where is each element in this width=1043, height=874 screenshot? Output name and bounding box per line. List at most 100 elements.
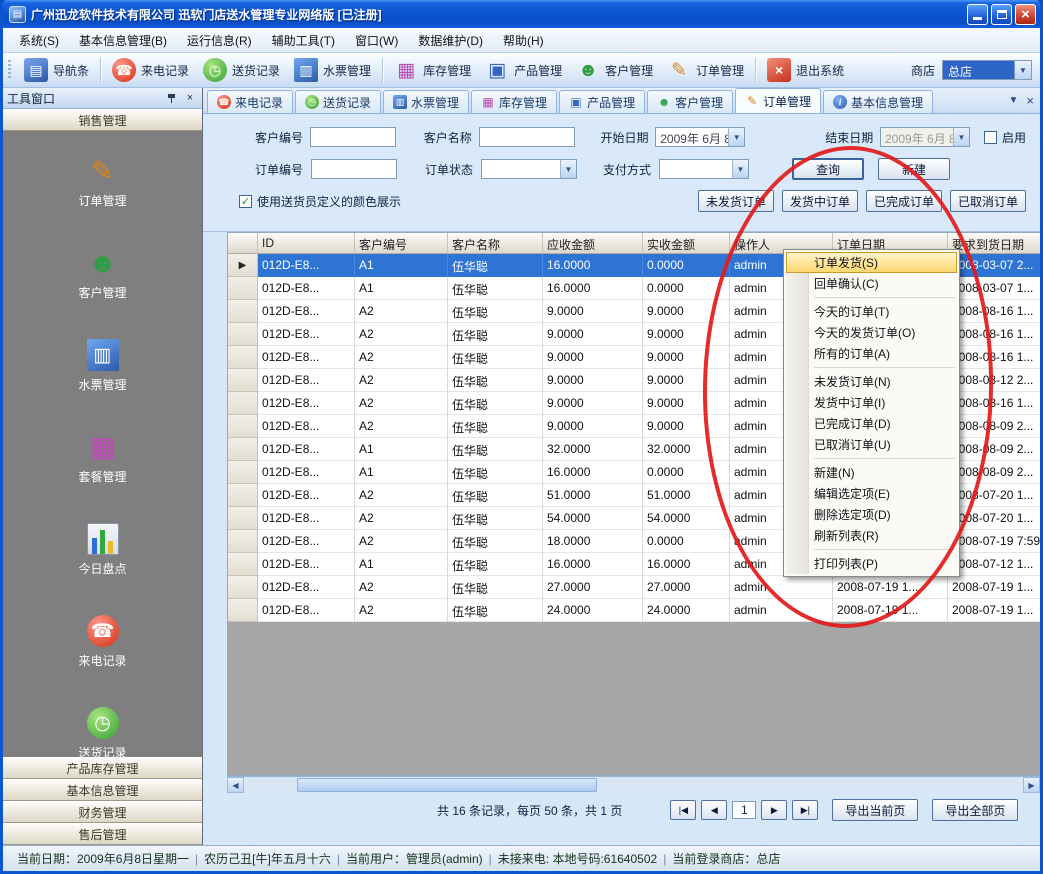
context-menu-item[interactable]: 今天的发货订单(O) [786,322,957,343]
context-menu-item[interactable]: 所有的订单(A) [786,343,957,364]
menu-item[interactable]: 窗口(W) [345,29,408,52]
column-header[interactable]: ID [258,233,355,253]
order-status-select[interactable]: ▼ [481,159,577,179]
menu-item[interactable]: 帮助(H) [493,29,554,52]
sidebar-group-button[interactable]: 财务管理 [3,801,202,823]
menu-item[interactable]: 系统(S) [9,29,69,52]
scrollbar-thumb[interactable] [297,778,597,792]
chevron-down-icon[interactable]: ▼ [953,128,969,146]
context-menu-item[interactable]: 新建(N) [786,462,957,483]
sidebar-item[interactable]: ☎来电记录 [3,605,202,679]
status-filter-button[interactable]: 发货中订单 [782,190,858,212]
close-button[interactable]: × [1015,4,1036,25]
tab-item[interactable]: i基本信息管理 [823,90,933,113]
minimize-button[interactable] [967,4,988,25]
sidebar-group-button[interactable]: 基本信息管理 [3,779,202,801]
table-row[interactable]: 012D-E8...A2伍华聪24.000024.0000admin2008-0… [228,599,1040,622]
column-header[interactable]: 客户名称 [448,233,543,253]
pin-button[interactable] [163,91,179,106]
scroll-right-icon[interactable]: ▶ [1023,777,1040,793]
chevron-down-icon[interactable]: ▼ [1014,61,1031,79]
enable-checkbox[interactable] [984,131,997,144]
tab-item[interactable]: ☎来电记录 [207,90,293,113]
tab-list-chevron-down-icon[interactable]: ▼ [1009,95,1019,106]
table-row[interactable]: 012D-E8...A2伍华聪27.000027.0000admin2008-0… [228,576,1040,599]
toolbar-button[interactable]: ✎订单管理 [660,55,751,85]
column-header[interactable]: 客户编号 [355,233,448,253]
row-selector-cell [228,461,258,484]
new-button[interactable]: 新建 [878,158,950,180]
order-no-input[interactable] [311,159,397,179]
toolbar-button[interactable]: ×退出系统 [760,55,851,85]
export-current-page-button[interactable]: 导出当前页 [832,799,918,821]
customer-no-input[interactable] [310,127,396,147]
chevron-down-icon[interactable]: ▼ [732,160,748,178]
store-combobox[interactable]: 总店 ▼ [942,60,1032,80]
end-date-picker[interactable]: 2009年 6月 8日 ▼ [880,127,970,147]
toolbar-button[interactable]: ☻客户管理 [569,55,660,85]
sidebar-item[interactable]: ▦套餐管理 [3,421,202,495]
context-menu-item[interactable]: 已取消订单(U) [786,434,957,455]
status-filter-button[interactable]: 未发货订单 [698,190,774,212]
start-date-picker[interactable]: 2009年 6月 8日 ▼ [655,127,745,147]
toolbar-button[interactable]: ▥水票管理 [287,55,378,85]
sidebar-item[interactable]: ▥水票管理 [3,329,202,403]
toolbar-button[interactable]: ◷送货记录 [196,55,287,85]
pay-method-select[interactable]: ▼ [659,159,749,179]
tab-item[interactable]: ▦库存管理 [471,90,557,113]
prev-page-button[interactable]: ◀ [701,800,727,820]
menu-item[interactable]: 数据维护(D) [408,29,493,52]
column-header[interactable]: 要求到货日期 [948,233,1040,253]
sidebar-item[interactable]: ◷送货记录 [3,697,202,757]
tab-close-icon[interactable]: × [1026,94,1034,107]
tab-active[interactable]: ✎订单管理 [735,88,821,113]
sidebar-group-button[interactable]: 售后管理 [3,823,202,845]
context-menu-item[interactable]: 已完成订单(D) [786,413,957,434]
context-menu-item[interactable]: 今天的订单(T) [786,301,957,322]
sidebar-item[interactable]: 今日盘点 [3,513,202,587]
tab-item[interactable]: ▣产品管理 [559,90,645,113]
first-page-button[interactable]: |◀ [670,800,696,820]
next-page-button[interactable]: ▶ [761,800,787,820]
last-page-button[interactable]: ▶| [792,800,818,820]
menu-item[interactable]: 辅助工具(T) [262,29,345,52]
tab-item[interactable]: ◷送货记录 [295,90,381,113]
maximize-button[interactable] [991,4,1012,25]
context-menu-item[interactable]: 发货中订单(I) [786,392,957,413]
chevron-down-icon[interactable]: ▼ [728,128,744,146]
sidebar-item[interactable]: ☻客户管理 [3,237,202,311]
toolbar-button[interactable]: ▣产品管理 [478,55,569,85]
tab-item[interactable]: ▥水票管理 [383,90,469,113]
delivery-color-checkbox[interactable]: ✓ [239,195,252,208]
export-all-pages-button[interactable]: 导出全部页 [932,799,1018,821]
context-menu-item[interactable]: 刷新列表(R) [786,525,957,546]
sidebar-close-button[interactable]: × [182,91,198,106]
column-header[interactable]: 实收金额 [643,233,730,253]
tab-item[interactable]: ☻客户管理 [647,90,733,113]
sidebar-item[interactable]: ✎订单管理 [3,145,202,219]
menu-item[interactable]: 基本信息管理(B) [69,29,177,52]
query-button[interactable]: 查询 [792,158,864,180]
context-menu-item[interactable]: 打印列表(P) [786,553,957,574]
context-menu-item[interactable]: 订单发货(S) [786,252,957,273]
sidebar-group-sales[interactable]: 销售管理 [3,109,202,131]
context-menu-item[interactable]: 回单确认(C) [786,273,957,294]
menu-item[interactable]: 运行信息(R) [177,29,262,52]
chevron-down-icon[interactable]: ▼ [560,160,576,178]
page-number-input[interactable]: 1 [732,801,756,819]
horizontal-scrollbar[interactable]: ◀ ▶ [227,776,1040,793]
context-menu-item[interactable]: 编辑选定项(E) [786,483,957,504]
context-menu-item[interactable]: 删除选定项(D) [786,504,957,525]
row-selector-cell [228,346,258,369]
customer-name-input[interactable] [479,127,575,147]
toolbar-button[interactable]: ▤导航条 [17,55,96,85]
context-menu-item[interactable]: 未发货订单(N) [786,371,957,392]
toolbar-button[interactable]: ▦库存管理 [387,55,478,85]
status-filter-button[interactable]: 已完成订单 [866,190,942,212]
toolbar-button[interactable]: ☎来电记录 [105,55,196,85]
status-filter-button[interactable]: 已取消订单 [950,190,1026,212]
sidebar-group-button[interactable]: 产品库存管理 [3,757,202,779]
product-icon: ▣ [569,95,583,109]
column-header[interactable]: 应收金额 [543,233,643,253]
scroll-left-icon[interactable]: ◀ [227,777,244,793]
